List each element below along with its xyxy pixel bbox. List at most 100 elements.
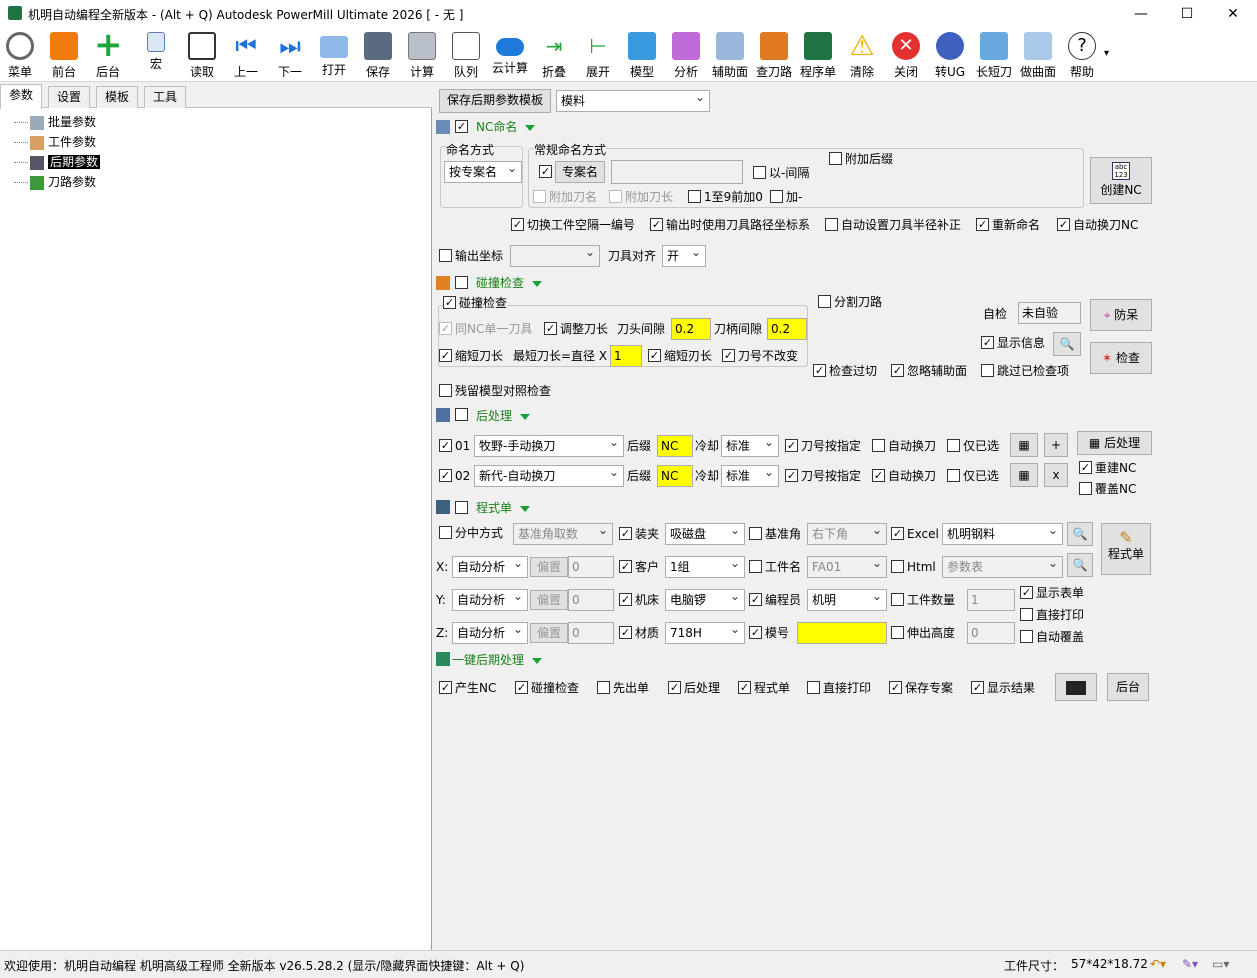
auto-overwrite-checkbox[interactable]: 自动覆盖 (1020, 628, 1084, 646)
check-button[interactable]: ✶ 检查 (1090, 342, 1152, 374)
show-sheet-checkbox[interactable]: ✓ 显示表单 (1020, 584, 1084, 602)
template-select[interactable]: 模料 (556, 90, 710, 112)
html-checkbox[interactable]: Html (891, 558, 936, 576)
z-offset-button[interactable]: 偏置 (530, 623, 568, 643)
clamp-select[interactable]: 吸磁盘 (665, 523, 745, 545)
tree-item-workpiece[interactable]: 工件参数 (14, 132, 96, 152)
post-row-2-cool-select[interactable]: 标准 (721, 465, 779, 487)
project-name-button[interactable]: 专案名 (555, 161, 605, 183)
onekey-background-button[interactable]: 后台 (1107, 673, 1149, 701)
collision-section-title[interactable]: 碰撞检查 (476, 274, 543, 292)
customer-select[interactable]: 1组 (665, 556, 745, 578)
holder-gap-input[interactable]: 0.2 (767, 318, 807, 340)
customer-checkbox[interactable]: ✓ 客户 (619, 558, 659, 576)
first-sheet-checkbox[interactable]: 先出单 (597, 679, 649, 697)
stick-out-checkbox[interactable]: 伸出高度 (891, 624, 955, 642)
post-add-button[interactable]: + (1044, 433, 1068, 457)
excel-search-button[interactable]: 🔍 (1067, 522, 1093, 546)
split-mode-checkbox[interactable]: 分中方式 (439, 524, 503, 542)
toolbar-analyze-button[interactable]: 分析 (664, 30, 708, 80)
naming-preview-field[interactable] (611, 160, 743, 184)
excel-template-select[interactable]: 机明钢料 (942, 523, 1063, 545)
toolbar-open-button[interactable]: 打开 (312, 30, 356, 80)
gen-nc-checkbox[interactable]: ✓ 产生NC (439, 679, 496, 697)
post-row-1-spec-checkbox[interactable]: ✓ 刀号按指定 (785, 437, 861, 455)
toolbar-collapse-button[interactable]: ⇥ 折叠 (532, 30, 576, 80)
tool-align-select[interactable]: 开 (662, 245, 706, 267)
rename-checkbox[interactable]: ✓ 重新命名 (976, 216, 1040, 234)
mold-no-checkbox[interactable]: ✓ 模号 (749, 624, 789, 642)
post-row-1-settings-button[interactable]: ▦ (1010, 433, 1038, 457)
post-row-1-auto-checkbox[interactable]: 自动换刀 (872, 437, 936, 455)
tab-settings[interactable]: 设置 (48, 86, 91, 108)
post-remove-button[interactable]: x (1044, 463, 1068, 487)
post-row-1-machine-select[interactable]: 牧野-手动换刀 (474, 435, 624, 457)
switch-ws-checkbox[interactable]: ✓ 切换工件空隔一编号 (511, 216, 635, 234)
shorten-flute-checkbox[interactable]: ✓ 缩短刃长 (648, 347, 712, 365)
toolbar-menu-button[interactable]: 菜单 (0, 30, 42, 80)
z-offset-input[interactable]: 0 (568, 622, 614, 644)
toolbar-aux-surface-button[interactable]: 辅助面 (708, 30, 752, 80)
toolbar-read-button[interactable]: 读取 (180, 30, 224, 80)
terminal-run-button[interactable] (1055, 673, 1097, 701)
x-offset-input[interactable]: 0 (568, 556, 614, 578)
mold-no-input[interactable] (797, 622, 887, 644)
toolbar-queue-button[interactable]: 队列 (444, 30, 488, 80)
toolbar-make-surface-button[interactable]: 做曲面 (1016, 30, 1060, 80)
split-toolpath-checkbox[interactable]: 分割刀路 (818, 293, 882, 311)
post-row-2-auto-checkbox[interactable]: ✓ 自动换刀 (872, 467, 936, 485)
undo-icon[interactable]: ↶▾ (1150, 957, 1166, 971)
tab-templates[interactable]: 模板 (96, 86, 139, 108)
auto-radius-checkbox[interactable]: 自动设置刀具半径补正 (825, 216, 961, 234)
overwrite-nc-checkbox[interactable]: 覆盖NC (1079, 480, 1136, 498)
toolbar-overflow-icon[interactable]: ▾ (1104, 48, 1109, 59)
onekey-print-checkbox[interactable]: 直接打印 (807, 679, 871, 697)
plus-dash-checkbox[interactable]: 加- (770, 188, 802, 206)
toolbar-foreground-button[interactable]: 前台 (42, 30, 86, 80)
toolbar-expand-button[interactable]: ⊢ 展开 (576, 30, 620, 80)
x-mode-select[interactable]: 自动分析 (452, 556, 528, 578)
toolbar-calc-button[interactable]: 计算 (400, 30, 444, 80)
post-row-2-settings-button[interactable]: ▦ (1010, 463, 1038, 487)
shorten-length-checkbox[interactable]: ✓ 缩短刀长 (439, 347, 503, 365)
add-tool-name-checkbox[interactable]: 附加刀名 (533, 188, 597, 206)
pad-zero-checkbox[interactable]: 1至9前加0 (688, 188, 763, 206)
toolbar-model-button[interactable]: 模型 (620, 30, 664, 80)
toolbar-check-toolpath-button[interactable]: 查刀路 (752, 30, 796, 80)
ignore-aux-checkbox[interactable]: ✓ 忽略辅助面 (891, 362, 967, 380)
toolbar-close-button[interactable]: ✕ 关闭 (884, 30, 928, 80)
part-name-checkbox[interactable]: 工件名 (749, 558, 801, 576)
part-count-input[interactable]: 1 (967, 589, 1015, 611)
toolbar-macro-button[interactable]: 宏 (134, 30, 178, 80)
toolbar-next-button[interactable]: ⏭ 下一 (268, 30, 312, 80)
x-offset-button[interactable]: 偏置 (530, 557, 568, 577)
post-process-button[interactable]: ▦ 后处理 (1077, 431, 1152, 455)
use-coord-checkbox[interactable]: ✓ 输出时使用刀具路径坐标系 (650, 216, 810, 234)
tree-item-toolpath[interactable]: 刀路参数 (14, 172, 96, 192)
programmer-select[interactable]: 机明 (807, 589, 887, 611)
program-sheet-button[interactable]: ✎ 程式单 (1101, 523, 1151, 575)
onekey-sheet-checkbox[interactable]: ✓ 程式单 (738, 679, 790, 697)
residual-check-checkbox[interactable]: 残留模型对照检查 (439, 382, 551, 400)
pen-icon[interactable]: ✎▾ (1182, 957, 1198, 971)
post-section-toggle[interactable] (455, 406, 471, 424)
split-mode-select[interactable]: 基准角取数 (513, 523, 613, 545)
output-coord-checkbox[interactable]: 输出坐标 (439, 247, 503, 265)
clamp-checkbox[interactable]: ✓ 装夹 (619, 525, 659, 543)
y-mode-select[interactable]: 自动分析 (452, 589, 528, 611)
tool-no-change-checkbox[interactable]: ✓ 刀号不改变 (722, 347, 798, 365)
post-row-1-cool-select[interactable]: 标准 (721, 435, 779, 457)
sheet-section-toggle[interactable] (455, 499, 471, 517)
toolbar-clear-button[interactable]: ⚠ 清除 (840, 30, 884, 80)
with-gap-checkbox[interactable]: 以-间隔 (753, 164, 809, 182)
collision-group-checkbox[interactable]: ✓ 碰撞检查 (443, 294, 508, 312)
z-mode-select[interactable]: 自动分析 (452, 622, 528, 644)
toolbar-save-button[interactable]: 保存 (356, 30, 400, 80)
nc-section-toggle[interactable]: ✓ (455, 118, 471, 136)
datum-select[interactable]: 右下角 (807, 523, 887, 545)
onekey-section-title[interactable]: 一键后期处理 (452, 651, 543, 669)
project-name-checkbox[interactable]: ✓ (539, 163, 555, 181)
auto-tool-nc-checkbox[interactable]: ✓ 自动换刀NC (1057, 216, 1138, 234)
y-offset-input[interactable]: 0 (568, 589, 614, 611)
toolbar-program-sheet-button[interactable]: 程序单 (796, 30, 840, 80)
